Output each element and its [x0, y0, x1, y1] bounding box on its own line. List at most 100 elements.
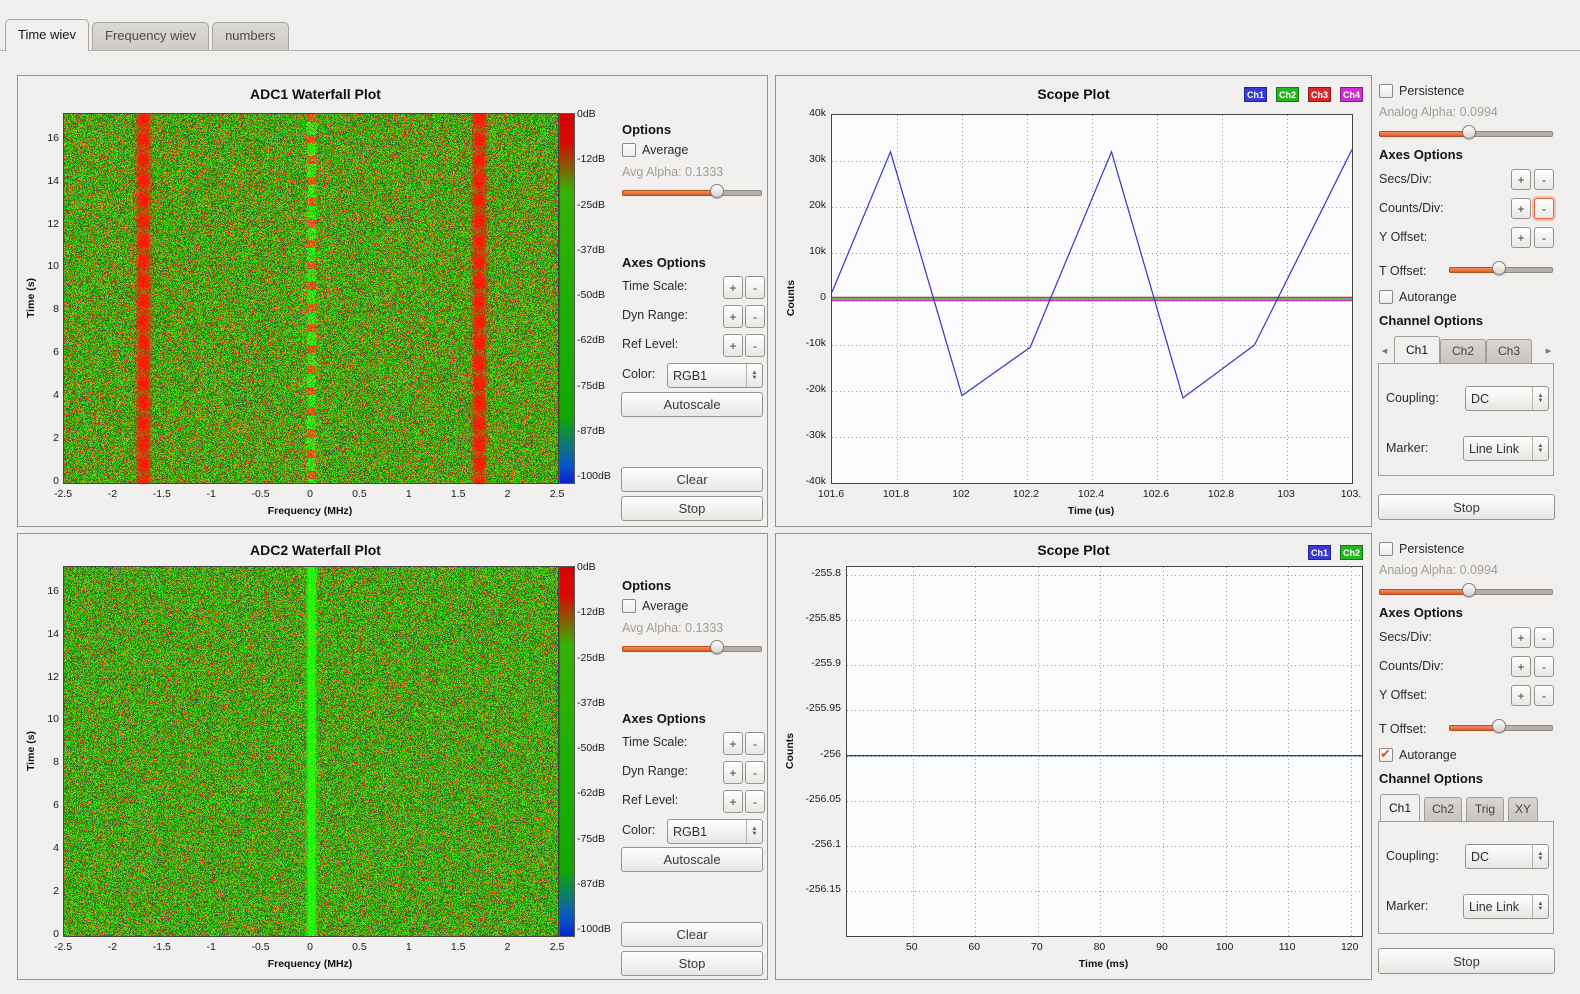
x-tick-label: 102.2 [1004, 488, 1048, 500]
color-value: RGB1 [668, 825, 746, 839]
dyn-range-plus-button[interactable]: + [723, 305, 743, 328]
autorange-checkbox[interactable] [1379, 290, 1393, 304]
x-tick-label: -0.5 [241, 941, 281, 953]
slider-handle[interactable] [1492, 719, 1506, 733]
slider-handle[interactable] [1492, 261, 1506, 275]
t-offset-slider[interactable] [1449, 261, 1553, 276]
time-scale-minus-button[interactable]: - [745, 276, 765, 299]
x-tick-label: 103 [1264, 488, 1308, 500]
y-offset-plus-button[interactable]: + [1511, 685, 1531, 706]
time-scale-label: Time Scale: [622, 279, 688, 293]
channel-tab-trig[interactable]: Trig [1466, 797, 1504, 821]
color-select[interactable]: RGB1 ▲▼ [667, 363, 763, 388]
waterfall1-options-panel: Options Average Avg Alpha: 0.1333 Axes O… [618, 76, 764, 526]
y-tick-label: -20k [786, 383, 826, 395]
clear-button[interactable]: Clear [621, 922, 763, 947]
y-tick-label: 14 [25, 628, 59, 640]
autorange-row: Autorange [1379, 747, 1457, 763]
time-scale-plus-button[interactable]: + [723, 732, 743, 755]
channel-tab-ch3[interactable]: Ch3 [1486, 339, 1532, 363]
coupling-label: Coupling: [1386, 849, 1439, 863]
coupling-value: DC [1466, 850, 1532, 864]
colorbar-tick-label: -62dB [577, 334, 627, 346]
y-offset-minus-button[interactable]: - [1534, 685, 1554, 706]
counts-div-plus-button[interactable]: + [1511, 198, 1531, 219]
scroll-right-icon[interactable]: ▶ [1542, 339, 1555, 362]
legend-badge-ch3: Ch3 [1308, 87, 1331, 102]
secs-div-plus-button[interactable]: + [1511, 169, 1531, 190]
x-tick-label: -2 [92, 488, 132, 500]
counts-div-plus-button[interactable]: + [1511, 656, 1531, 677]
application-window: Time wievFrequency wievnumbers ADC1 Wate… [0, 0, 1580, 994]
y-tick-label: 2 [25, 432, 59, 444]
scope2-panel: Scope Plot -255.8-255.85-255.9-255.95-25… [775, 533, 1372, 980]
coupling-select[interactable]: DC ▲▼ [1465, 386, 1549, 411]
y-tick-label: 0 [25, 475, 59, 487]
ref-level-plus-button[interactable]: + [723, 334, 743, 357]
time-scale-minus-button[interactable]: - [745, 732, 765, 755]
spinner-arrows-icon[interactable]: ▲▼ [1532, 437, 1548, 460]
marker-select[interactable]: Line Link ▲▼ [1463, 894, 1549, 919]
y-tick-label: 40k [786, 107, 826, 119]
channel-tab-ch2[interactable]: Ch2 [1424, 797, 1462, 821]
dyn-range-minus-button[interactable]: - [745, 761, 765, 784]
secs-div-plus-button[interactable]: + [1511, 627, 1531, 648]
ref-level-minus-button[interactable]: - [745, 790, 765, 813]
marker-select[interactable]: Line Link ▲▼ [1463, 436, 1549, 461]
x-tick-label: 103. [1329, 488, 1372, 500]
secs-div-minus-button[interactable]: - [1534, 169, 1554, 190]
dyn-range-minus-button[interactable]: - [745, 305, 765, 328]
coupling-select[interactable]: DC ▲▼ [1465, 844, 1549, 869]
x-tick-label: 1.5 [438, 488, 478, 500]
marker-value: Line Link [1464, 442, 1532, 456]
y-tick-label: 14 [25, 175, 59, 187]
x-tick-label: -1 [191, 488, 231, 500]
stop-button[interactable]: Stop [621, 951, 763, 976]
autoscale-button[interactable]: Autoscale [621, 847, 763, 872]
counts-div-minus-button[interactable]: - [1534, 198, 1554, 219]
t-offset-label: T Offset: [1379, 264, 1426, 278]
tab-numbers[interactable]: numbers [212, 22, 289, 50]
y-tick-label: 4 [25, 389, 59, 401]
x-tick-label: 80 [1077, 941, 1121, 953]
secs-div-minus-button[interactable]: - [1534, 627, 1554, 648]
autorange-checkbox[interactable] [1379, 748, 1393, 762]
x-tick-label: 101.8 [874, 488, 918, 500]
clear-button[interactable]: Clear [621, 467, 763, 492]
autorange-label: Autorange [1399, 290, 1457, 304]
spinner-arrows-icon[interactable]: ▲▼ [1532, 387, 1548, 410]
y-offset-plus-button[interactable]: + [1511, 227, 1531, 248]
channel-tab-ch1[interactable]: Ch1 [1380, 794, 1420, 821]
colorbar-tick-label: -25dB [577, 652, 627, 664]
ref-level-minus-button[interactable]: - [745, 334, 765, 357]
ref-level-plus-button[interactable]: + [723, 790, 743, 813]
channel-tab-xy[interactable]: XY [1508, 797, 1538, 821]
channel-tab-ch1[interactable]: Ch1 [1394, 336, 1440, 363]
y-axis-title: Time (s) [25, 277, 37, 317]
stop-button[interactable]: Stop [1378, 494, 1555, 520]
spinner-arrows-icon[interactable]: ▲▼ [1532, 845, 1548, 868]
stop-button[interactable]: Stop [1378, 948, 1555, 974]
x-tick-label: 70 [1015, 941, 1059, 953]
stop-button[interactable]: Stop [621, 496, 763, 521]
x-tick-label: 0.5 [339, 488, 379, 500]
channel-options-heading: Channel Options [1379, 771, 1483, 786]
spinner-arrows-icon[interactable]: ▲▼ [746, 364, 762, 387]
color-label: Color: [622, 823, 655, 837]
time-scale-plus-button[interactable]: + [723, 276, 743, 299]
autoscale-button[interactable]: Autoscale [621, 392, 763, 417]
x-tick-label: 50 [890, 941, 934, 953]
scroll-left-icon[interactable]: ◀ [1378, 339, 1391, 362]
spinner-arrows-icon[interactable]: ▲▼ [1532, 895, 1548, 918]
y-tick-label: 12 [25, 671, 59, 683]
tab-frequency-wiev[interactable]: Frequency wiev [92, 22, 209, 50]
tab-time-wiev[interactable]: Time wiev [5, 19, 89, 51]
counts-div-minus-button[interactable]: - [1534, 656, 1554, 677]
y-offset-minus-button[interactable]: - [1534, 227, 1554, 248]
dyn-range-plus-button[interactable]: + [723, 761, 743, 784]
channel-tab-ch2[interactable]: Ch2 [1440, 339, 1486, 363]
spinner-arrows-icon[interactable]: ▲▼ [746, 820, 762, 843]
color-select[interactable]: RGB1 ▲▼ [667, 819, 763, 844]
t-offset-slider[interactable] [1449, 719, 1553, 734]
x-tick-label: -0.5 [241, 488, 281, 500]
